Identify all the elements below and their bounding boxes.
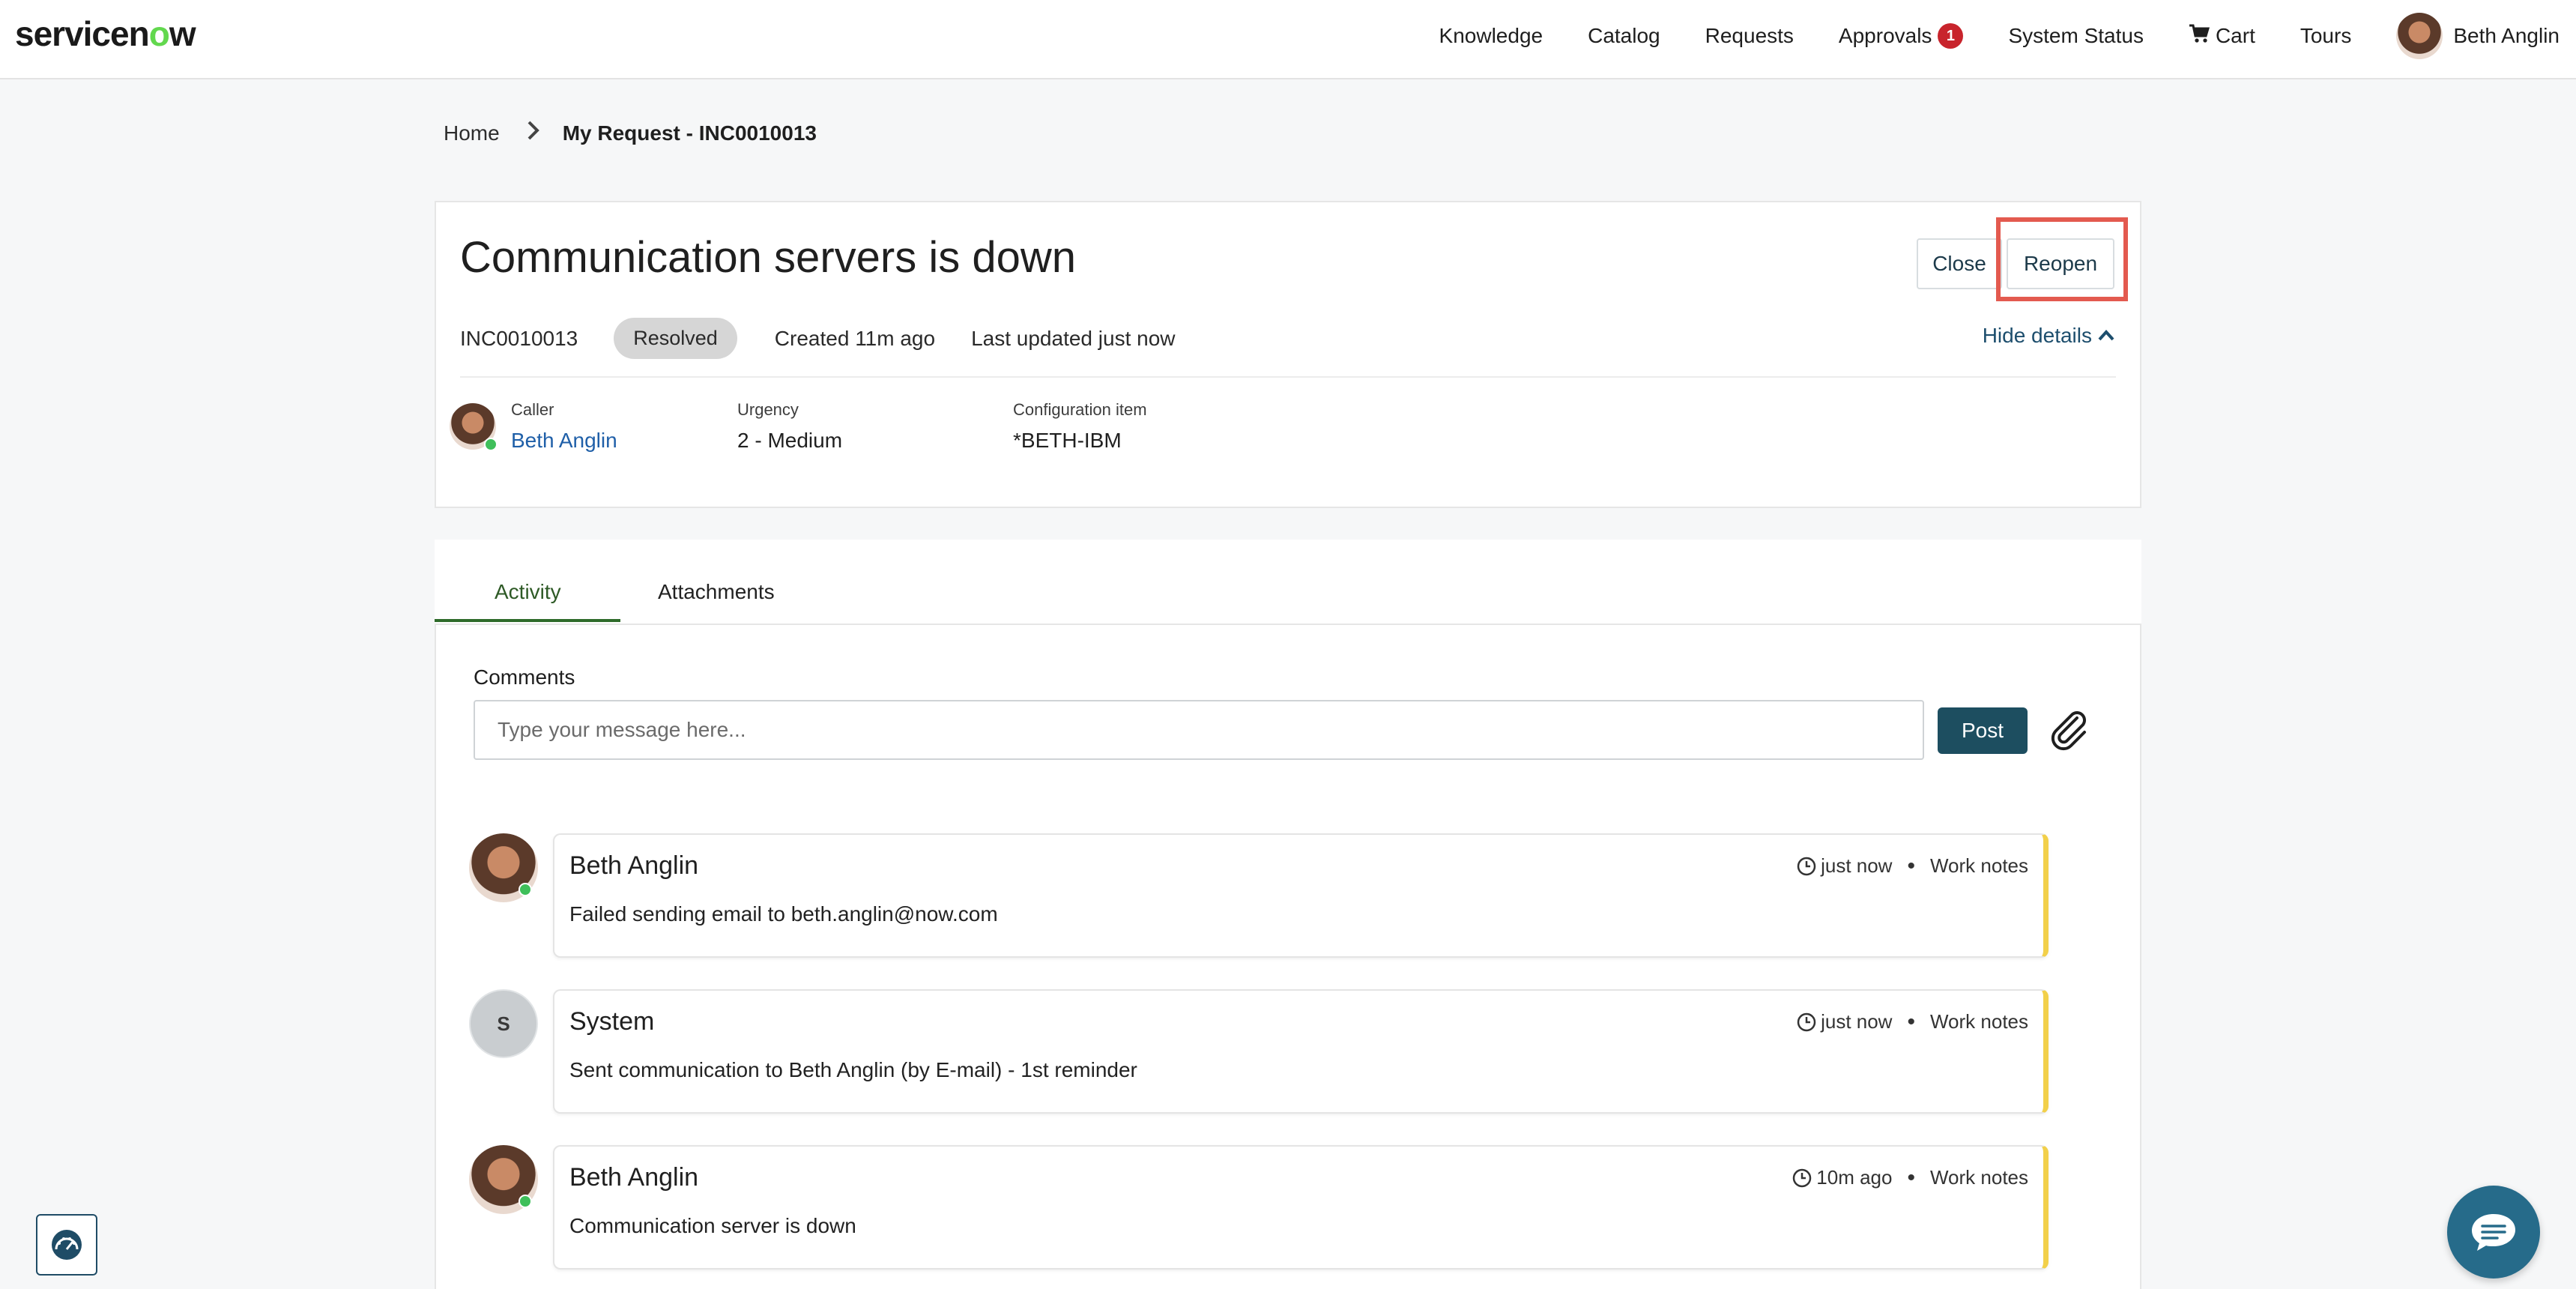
ticket-number: INC0010013 xyxy=(460,326,578,350)
ticket-meta: INC0010013 Resolved Created 11m ago Last… xyxy=(460,318,1176,359)
activity-card: Beth Anglin 10m ago • Work notes Communi… xyxy=(553,1145,2049,1270)
ticket-summary-card: Communication servers is down Close Reop… xyxy=(435,201,2141,508)
active-tab-indicator xyxy=(435,619,620,622)
chevron-up-icon xyxy=(2098,325,2114,346)
nav-approvals[interactable]: Approvals 1 xyxy=(1839,23,1964,49)
servicenow-logo[interactable]: servicenow xyxy=(15,13,196,54)
logo-text-post: w xyxy=(169,14,196,53)
paperclip-icon[interactable] xyxy=(2047,707,2092,752)
activity-card: Beth Anglin just now • Work notes Failed… xyxy=(553,833,2049,958)
caller-label: Caller xyxy=(511,400,554,419)
cart-icon xyxy=(2189,24,2210,49)
caller-avatar xyxy=(450,403,498,451)
activity-card: System just now • Work notes Sent commun… xyxy=(553,989,2049,1114)
avatar xyxy=(469,833,538,902)
configuration-item-label: Configuration item xyxy=(1013,400,1147,419)
created-time: Created 11m ago xyxy=(774,326,936,350)
user-name: Beth Anglin xyxy=(2453,24,2560,47)
online-status-icon xyxy=(518,883,532,896)
entry-type: Work notes xyxy=(1929,1166,2028,1189)
urgency-label: Urgency xyxy=(737,400,799,419)
configuration-item-value: *BETH-IBM xyxy=(1013,429,1122,452)
entry-author: Beth Anglin xyxy=(569,1163,699,1192)
chevron-right-icon xyxy=(527,120,540,147)
nav-tours[interactable]: Tours xyxy=(2300,24,2351,48)
nav-knowledge[interactable]: Knowledge xyxy=(1439,24,1544,48)
online-status-icon xyxy=(484,438,498,451)
accessibility-dashboard-button[interactable] xyxy=(36,1214,97,1276)
urgency-value: 2 - Medium xyxy=(737,429,843,452)
breadcrumb: Home My Request - INC0010013 xyxy=(444,120,817,147)
entry-type: Work notes xyxy=(1929,1010,2028,1033)
entry-author: System xyxy=(569,1007,655,1036)
clock-icon xyxy=(1793,1168,1812,1187)
entry-meta: just now • Work notes xyxy=(1797,1010,2028,1033)
urgency-field: Urgency 2 - Medium xyxy=(737,400,842,453)
avatar xyxy=(469,1145,538,1214)
nav-cart-label: Cart xyxy=(2215,24,2255,47)
tab-attachments[interactable]: Attachments xyxy=(658,580,775,604)
activity-entry: Beth Anglin 10m ago • Work notes Communi… xyxy=(469,1145,2049,1270)
user-avatar xyxy=(2396,13,2443,59)
online-status-icon xyxy=(518,1195,532,1208)
user-menu[interactable]: Beth Anglin xyxy=(2396,13,2560,59)
nav-requests[interactable]: Requests xyxy=(1705,24,1794,48)
hide-details-label: Hide details xyxy=(1982,324,2092,347)
close-button[interactable]: Close xyxy=(1917,238,2002,289)
nav-catalog[interactable]: Catalog xyxy=(1588,24,1660,48)
entry-time: just now xyxy=(1821,1010,1893,1033)
entry-time: 10m ago xyxy=(1816,1166,1893,1189)
status-badge: Resolved xyxy=(614,318,737,359)
activity-panel: Comments Post Beth Anglin just now • Wor… xyxy=(435,624,2141,1289)
activity-entry: Beth Anglin just now • Work notes Failed… xyxy=(469,833,2049,958)
breadcrumb-current: My Request - INC0010013 xyxy=(562,121,817,145)
top-navigation-bar: servicenow Knowledge Catalog Requests Ap… xyxy=(0,0,2576,79)
entry-text: Failed sending email to beth.anglin@now.… xyxy=(569,902,998,926)
tab-activity[interactable]: Activity xyxy=(495,580,561,604)
caller-link[interactable]: Beth Anglin xyxy=(511,429,617,453)
clock-icon xyxy=(1797,1012,1816,1031)
dot-separator: • xyxy=(1907,1009,1915,1034)
approvals-count-badge: 1 xyxy=(1938,23,1964,49)
ticket-title: Communication servers is down xyxy=(460,233,1076,282)
nav-cart[interactable]: Cart xyxy=(2189,24,2255,49)
configuration-item-field: Configuration item *BETH-IBM xyxy=(1013,400,1147,453)
chat-button[interactable] xyxy=(2447,1186,2540,1279)
details-divider xyxy=(460,376,2116,378)
main-nav: Knowledge Catalog Requests Approvals 1 S… xyxy=(1439,0,2576,72)
caller-field: Caller Beth Anglin xyxy=(511,400,617,453)
entry-meta: 10m ago • Work notes xyxy=(1792,1166,2028,1189)
speedometer-icon xyxy=(52,1230,82,1260)
comments-label: Comments xyxy=(474,665,575,689)
dot-separator: • xyxy=(1907,853,1915,878)
entry-text: Communication server is down xyxy=(569,1214,856,1237)
dot-separator: • xyxy=(1907,1165,1915,1190)
chat-bubble-icon xyxy=(2472,1214,2515,1251)
breadcrumb-home[interactable]: Home xyxy=(444,121,500,145)
hide-details-toggle[interactable]: Hide details xyxy=(1983,324,2114,348)
post-button[interactable]: Post xyxy=(1938,707,2028,754)
logo-text-o: o xyxy=(148,14,170,53)
entry-type: Work notes xyxy=(1929,854,2028,877)
entry-meta: just now • Work notes xyxy=(1797,854,2028,878)
nav-system-status[interactable]: System Status xyxy=(2008,24,2144,48)
entry-time: just now xyxy=(1821,854,1893,877)
updated-time: Last updated just now xyxy=(971,326,1176,350)
logo-text-pre: servicen xyxy=(15,14,150,53)
entry-text: Sent communication to Beth Anglin (by E-… xyxy=(569,1058,1137,1081)
entry-author: Beth Anglin xyxy=(569,851,699,880)
activity-entry: S System just now • Work notes Sent comm… xyxy=(469,989,2049,1114)
tabs: Activity Attachments xyxy=(435,540,2141,625)
nav-approvals-label: Approvals xyxy=(1838,24,1932,47)
reopen-highlight-box xyxy=(1996,217,2128,301)
clock-icon xyxy=(1797,857,1816,875)
comment-input[interactable] xyxy=(474,700,1924,760)
system-avatar: S xyxy=(469,989,538,1058)
